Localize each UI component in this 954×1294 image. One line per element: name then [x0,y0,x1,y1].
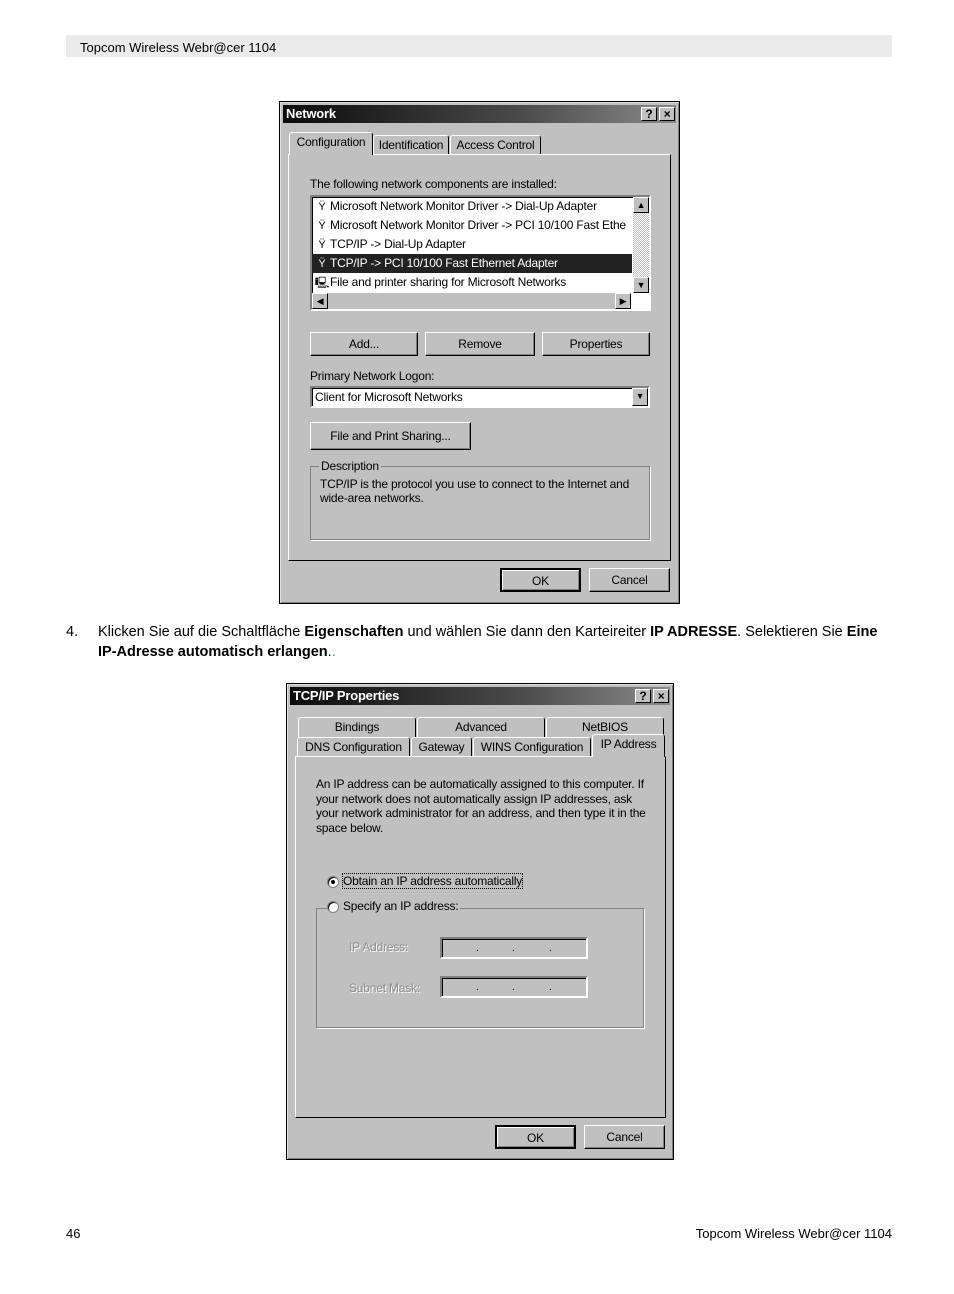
ip-address-field[interactable]: ... [440,937,588,959]
cancel-button[interactable]: Cancel [584,1125,665,1149]
instruction-step: 4. Klicken Sie auf die Schaltfläche Eige… [66,624,878,660]
title-bar: Network ? × [283,105,676,123]
scroll-left-button[interactable]: ◀ [312,293,328,309]
tab-advanced[interactable]: Advanced [417,717,545,737]
ok-button[interactable]: OK [495,1125,576,1149]
tab-configuration[interactable]: Configuration [289,132,373,155]
logon-select[interactable]: Client for Microsoft Networks ▼ [310,386,650,408]
tab-ip-address[interactable]: IP Address [592,734,665,757]
scroll-down-button[interactable]: ▼ [633,277,649,293]
radio-specify-ip[interactable]: Specify an IP address: [327,899,461,913]
help-button[interactable]: ? [641,107,657,121]
ok-button[interactable]: OK [500,568,581,592]
properties-button[interactable]: Properties [542,332,650,356]
specify-ip-group: Specify an IP address: IP Address: ... S… [316,899,644,1028]
dialog-title: TCP/IP Properties [293,688,400,703]
tab-panel: An IP address can be automatically assig… [295,756,666,1118]
scroll-right-button[interactable]: ▶ [615,293,631,309]
list-item[interactable]: Ÿ TCP/IP -> Dial-Up Adapter [312,235,632,254]
adapter-icon: Ÿ [318,220,326,232]
page-number: 46 [66,1226,81,1241]
ip-address-label: IP Address: [349,940,408,954]
tab-access-control[interactable]: Access Control [450,135,541,155]
network-dialog: Network ? × Configuration Identification… [279,101,680,604]
tab-identification[interactable]: Identification [373,135,449,155]
info-text: An IP address can be automatically assig… [316,777,646,835]
list-item[interactable]: 🖳File and printer sharing for Microsoft … [312,273,632,292]
tab-gateway[interactable]: Gateway [411,737,472,757]
radio-unselected-icon [327,900,339,913]
page-header: Topcom Wireless Webr@cer 1104 [66,35,892,57]
tab-panel: The following network components are ins… [288,154,671,561]
title-bar: TCP/IP Properties ? × [290,687,670,705]
description-text: TCP/IP is the protocol you use to connec… [320,477,630,505]
tab-bindings[interactable]: Bindings [298,717,416,737]
chevron-down-icon[interactable]: ▼ [632,388,648,406]
computer-icon: 🖳 [314,277,330,289]
page-footer-title: Topcom Wireless Webr@cer 1104 [695,1226,892,1241]
list-item[interactable]: Ÿ TCP/IP -> PCI 10/100 Fast Ethernet Adap… [312,254,632,273]
adapter-icon: Ÿ [318,239,326,251]
file-print-sharing-button[interactable]: File and Print Sharing... [310,422,471,450]
scroll-up-button[interactable]: ▲ [633,197,649,213]
tab-dns-configuration[interactable]: DNS Configuration [297,737,410,757]
subnet-mask-field[interactable]: ... [440,976,588,998]
adapter-icon: Ÿ [318,258,326,270]
components-label: The following network components are ins… [310,177,557,191]
tcpip-dialog: TCP/IP Properties ? × Bindings Advanced … [286,683,674,1160]
add-button[interactable]: Add... [310,332,418,356]
close-button[interactable]: × [659,107,675,121]
subnet-mask-label: Subnet Mask: [349,981,420,995]
description-label: Description [319,459,381,473]
cancel-button[interactable]: Cancel [589,568,670,592]
dialog-title: Network [286,106,336,121]
adapter-icon: Ÿ [318,201,326,213]
logon-label: Primary Network Logon: [310,369,435,383]
components-list[interactable]: Ÿ Microsoft Network Monitor Driver -> Dia… [310,195,651,311]
remove-button[interactable]: Remove [425,332,535,356]
vertical-scrollbar[interactable] [633,213,649,277]
radio-obtain-automatically[interactable]: Obtain an IP address automatically [327,873,524,889]
horizontal-scrollbar[interactable] [328,293,615,309]
tab-wins-configuration[interactable]: WINS Configuration [473,737,591,757]
list-item[interactable]: Ÿ Microsoft Network Monitor Driver -> PCI… [312,216,632,235]
list-item[interactable]: Ÿ Microsoft Network Monitor Driver -> Dia… [312,197,632,216]
description-group: Description TCP/IP is the protocol you u… [310,459,650,540]
help-button[interactable]: ? [635,689,651,703]
close-button[interactable]: × [653,689,669,703]
radio-selected-icon [327,875,339,888]
